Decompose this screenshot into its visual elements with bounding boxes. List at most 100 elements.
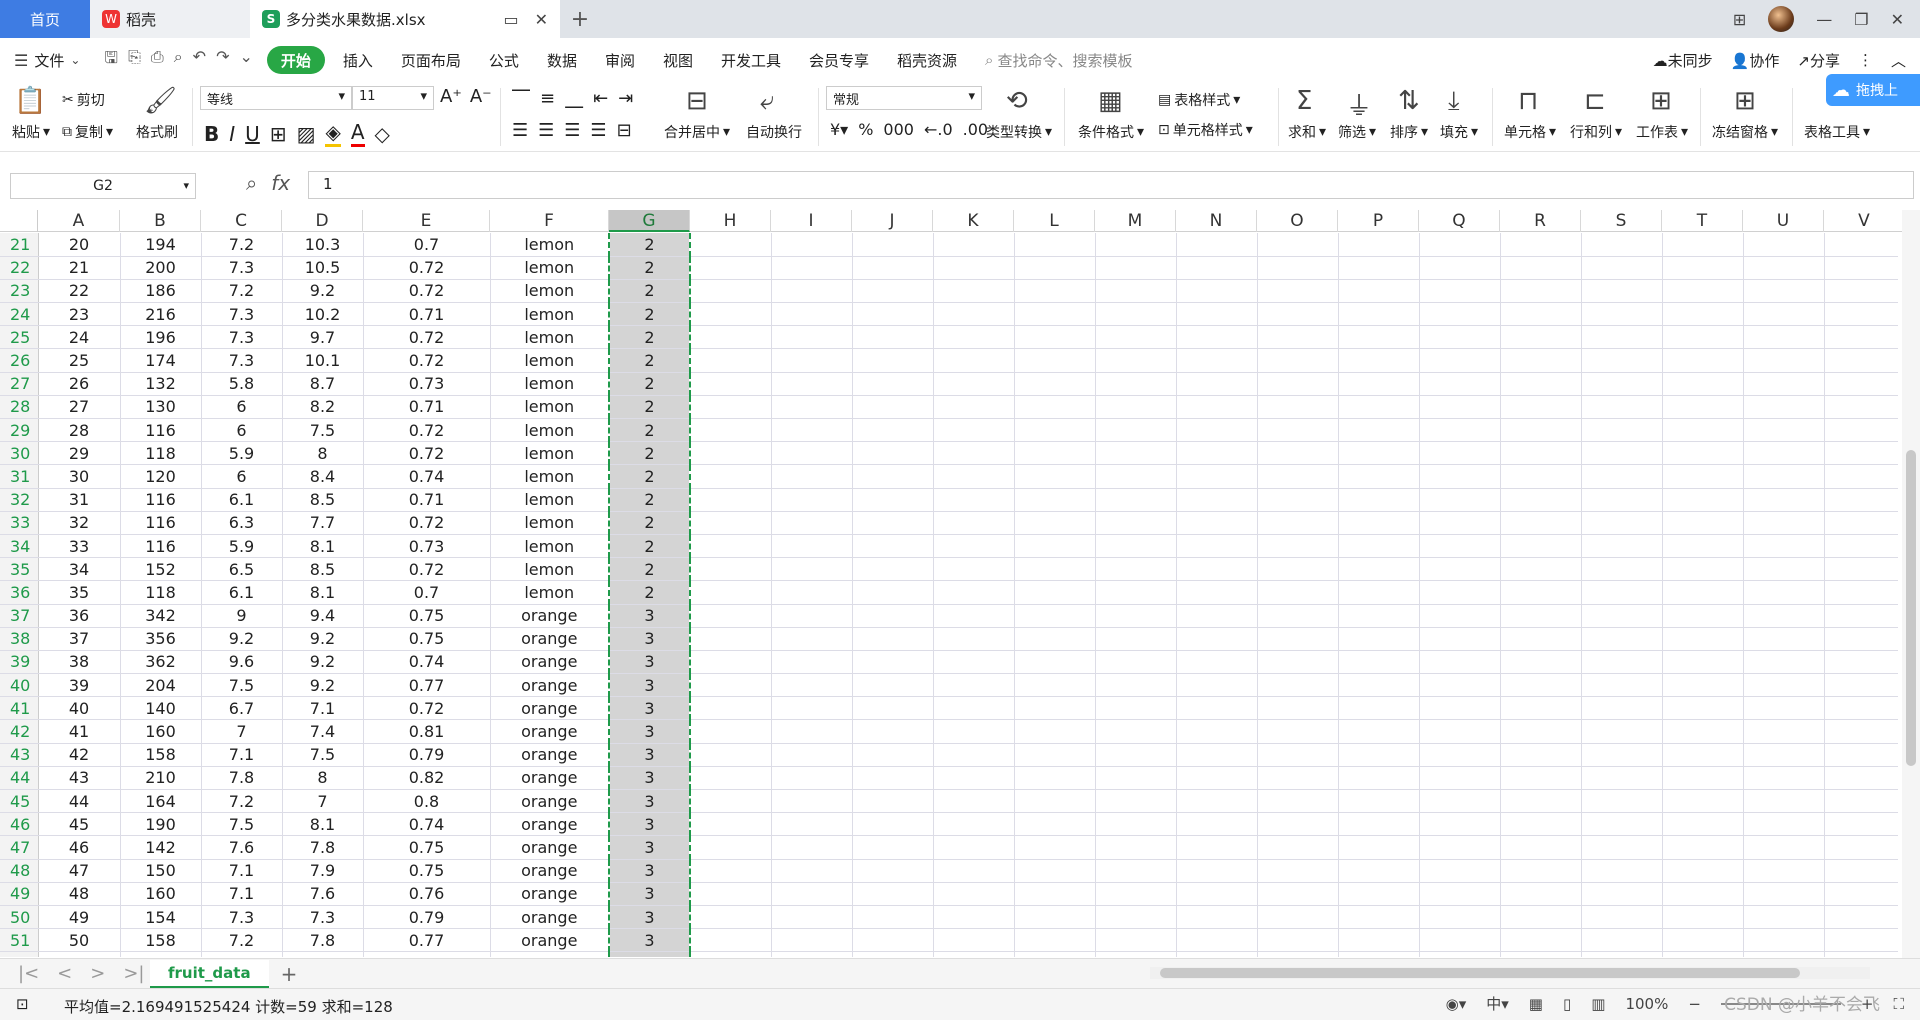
cell-t[interactable] — [1662, 766, 1744, 791]
cell-b[interactable]: 194 — [120, 233, 202, 257]
cell-c[interactable]: 7.8 — [201, 766, 283, 791]
cell-t[interactable] — [1662, 464, 1744, 489]
cell-f[interactable]: orange — [490, 743, 610, 767]
cell-r[interactable] — [1500, 348, 1582, 373]
cell-q[interactable] — [1419, 859, 1501, 883]
cell-h[interactable] — [690, 557, 772, 582]
minimize-icon[interactable]: — — [1816, 10, 1832, 29]
cell-b[interactable]: 118 — [120, 441, 202, 466]
cell-u[interactable] — [1743, 905, 1825, 930]
cell-k[interactable] — [933, 951, 1015, 957]
cell-n[interactable] — [1176, 418, 1258, 443]
cell-s[interactable] — [1581, 441, 1663, 466]
cell-h[interactable] — [690, 882, 772, 906]
cell-p[interactable] — [1338, 743, 1420, 767]
cell-o[interactable] — [1257, 928, 1339, 953]
cell-m[interactable] — [1095, 325, 1177, 350]
cell-o[interactable] — [1257, 743, 1339, 767]
cell-u[interactable] — [1743, 580, 1825, 605]
cell-n[interactable] — [1176, 302, 1258, 327]
cell-f[interactable]: orange — [490, 789, 610, 814]
cell-e[interactable]: 0.72 — [363, 348, 491, 373]
cell-a[interactable]: 21 — [38, 256, 121, 280]
cell-c[interactable]: 7.1 — [201, 882, 283, 906]
cell-v[interactable] — [1824, 789, 1898, 814]
cell-o[interactable] — [1257, 534, 1339, 559]
cell-l[interactable] — [1014, 256, 1096, 280]
row-header[interactable]: 51 — [0, 928, 39, 953]
cell-q[interactable] — [1419, 928, 1501, 953]
column-header-t[interactable]: T — [1662, 210, 1743, 232]
cell-e[interactable]: 0.8 — [363, 789, 491, 814]
cell-t[interactable] — [1662, 256, 1744, 280]
cell-v[interactable] — [1824, 812, 1898, 837]
row-header[interactable]: 46 — [0, 812, 39, 837]
cell-o[interactable] — [1257, 418, 1339, 443]
cell-h[interactable] — [690, 395, 772, 420]
cell-s[interactable] — [1581, 233, 1663, 257]
undo-icon[interactable]: ↶ — [193, 47, 206, 74]
cell-a[interactable]: 44 — [38, 789, 121, 814]
cell-r[interactable] — [1500, 789, 1582, 814]
align-right-icon[interactable]: ☰ — [564, 120, 580, 141]
cell-t[interactable] — [1662, 418, 1744, 443]
cell-o[interactable] — [1257, 951, 1339, 957]
cell-b[interactable]: 150 — [120, 859, 202, 883]
cell-l[interactable] — [1014, 279, 1096, 304]
cell-n[interactable] — [1176, 325, 1258, 350]
convert-icon[interactable]: ⟲ — [1006, 86, 1028, 116]
cell-e[interactable]: 0.82 — [363, 766, 491, 791]
cell-u[interactable] — [1743, 812, 1825, 837]
cell-e[interactable]: 0.81 — [363, 719, 491, 744]
cell-t[interactable] — [1662, 279, 1744, 304]
cell-a[interactable]: 31 — [38, 488, 121, 512]
cell-d[interactable]: 8.7 — [282, 372, 364, 396]
column-header-m[interactable]: M — [1095, 210, 1176, 232]
cell-d[interactable]: 8.5 — [282, 488, 364, 512]
cell-k[interactable] — [933, 859, 1015, 883]
align-left-icon[interactable]: ☰ — [512, 120, 528, 141]
cell-l[interactable] — [1014, 650, 1096, 675]
cell-t[interactable] — [1662, 511, 1744, 535]
cell-g[interactable]: 3 — [608, 743, 691, 767]
column-header-e[interactable]: E — [363, 210, 490, 232]
cell-h[interactable] — [690, 488, 772, 512]
cell-d[interactable]: 9.2 — [282, 627, 364, 651]
cell-f[interactable]: lemon — [490, 279, 610, 304]
cell-g[interactable]: 3 — [608, 696, 691, 721]
cell-n[interactable] — [1176, 256, 1258, 280]
cell-d[interactable]: 8.5 — [282, 557, 364, 582]
cell-l[interactable] — [1014, 743, 1096, 767]
cell-r[interactable] — [1500, 534, 1582, 559]
cell-o[interactable] — [1257, 511, 1339, 535]
cell-h[interactable] — [690, 951, 772, 957]
cell-button[interactable]: 单元格 ▾ — [1504, 122, 1556, 142]
cell-q[interactable] — [1419, 835, 1501, 860]
cell-e[interactable]: 0.7 — [363, 580, 491, 605]
layout-icon[interactable]: ⊞ — [1733, 10, 1746, 29]
cell-k[interactable] — [933, 418, 1015, 443]
redo-icon[interactable]: ↷ — [216, 47, 229, 74]
cell-u[interactable] — [1743, 441, 1825, 466]
cell-g[interactable]: 2 — [608, 256, 691, 280]
merge-button[interactable]: 合并居中 ▾ — [664, 122, 730, 142]
cell-q[interactable] — [1419, 395, 1501, 420]
cell-t[interactable] — [1662, 789, 1744, 814]
cell-f[interactable]: lemon — [490, 580, 610, 605]
cell-v[interactable] — [1824, 882, 1898, 906]
cell-e[interactable]: 0.75 — [363, 951, 491, 957]
cell-b[interactable]: 116 — [120, 488, 202, 512]
command-search[interactable]: ⌕ 查找命令、搜索模板 — [985, 50, 1132, 71]
file-menu[interactable]: ☰ 文件 ⌄ — [0, 38, 94, 82]
indent-increase-icon[interactable]: ⇥ — [618, 88, 633, 109]
save-icon[interactable]: 🖫 — [104, 47, 118, 74]
cell-l[interactable] — [1014, 557, 1096, 582]
cell-k[interactable] — [933, 627, 1015, 651]
cell-c[interactable]: 9 — [201, 604, 283, 628]
cell-h[interactable] — [690, 859, 772, 883]
cell-f[interactable]: orange — [490, 951, 610, 957]
cell-e[interactable]: 0.75 — [363, 627, 491, 651]
cell-g[interactable]: 3 — [608, 905, 691, 930]
cell-a[interactable]: 24 — [38, 325, 121, 350]
cell-m[interactable] — [1095, 951, 1177, 957]
